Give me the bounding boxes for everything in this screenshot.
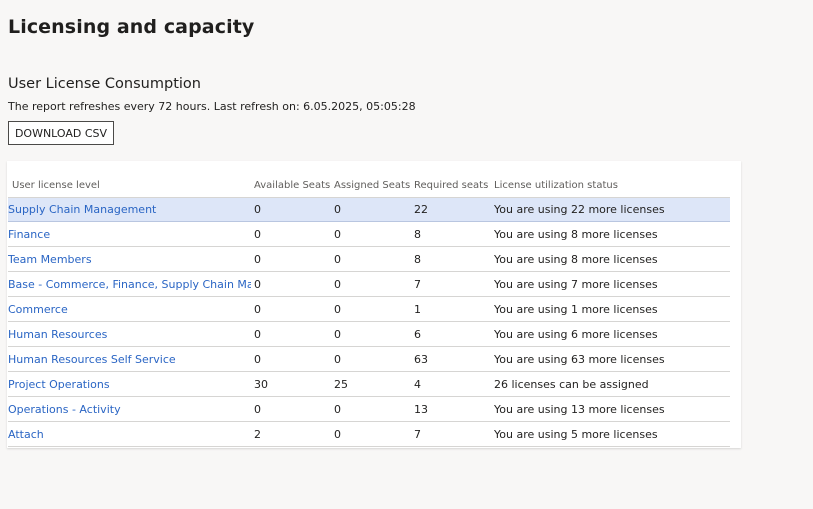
license-level-link[interactable]: Base - Commerce, Finance, Supply Chain M… <box>8 272 251 296</box>
page-title: Licensing and capacity <box>8 16 255 38</box>
available-seats-cell: 0 <box>254 352 261 366</box>
required-seats-cell: 8 <box>414 252 421 266</box>
column-header-user-license-level[interactable]: User license level <box>12 175 255 195</box>
table-row[interactable]: Operations - Activity 0 0 13 You are using 1… <box>8 397 730 422</box>
required-seats-cell: 22 <box>414 203 428 216</box>
available-seats-cell: 0 <box>254 402 261 416</box>
column-header-available-seats[interactable]: Available Seats <box>254 175 332 195</box>
assigned-seats-cell: 0 <box>334 227 341 241</box>
license-level-link[interactable]: Supply Chain Management <box>8 198 251 221</box>
utilization-status-cell: You are using 13 more licenses <box>494 402 665 416</box>
column-header-assigned-seats[interactable]: Assigned Seats <box>334 175 412 195</box>
assigned-seats-cell: 0 <box>334 277 341 291</box>
table-row[interactable]: Finance 0 0 8 You are using 8 more licenses <box>8 222 730 247</box>
table-row[interactable]: Supply Chain Management 0 0 22 You are using… <box>8 197 730 222</box>
license-level-link[interactable]: Project Operations <box>8 372 251 396</box>
utilization-status-cell: You are using 8 more licenses <box>494 227 658 241</box>
available-seats-cell: 0 <box>254 227 261 241</box>
assigned-seats-cell: 0 <box>334 327 341 341</box>
available-seats-cell: 30 <box>254 377 268 391</box>
utilization-status-cell: 26 licenses can be assigned <box>494 377 649 391</box>
assigned-seats-cell: 25 <box>334 377 348 391</box>
available-seats-cell: 0 <box>254 203 261 216</box>
required-seats-cell: 7 <box>414 277 421 291</box>
license-level-link[interactable]: Human Resources <box>8 322 251 346</box>
column-header-license-utilization-status[interactable]: License utilization status <box>494 175 730 195</box>
assigned-seats-cell: 0 <box>334 252 341 266</box>
required-seats-cell: 4 <box>414 377 421 391</box>
table-row[interactable]: Base - Commerce, Finance, Supply Chain M… <box>8 272 730 297</box>
available-seats-cell: 0 <box>254 327 261 341</box>
download-csv-button[interactable]: DOWNLOAD CSV <box>8 121 114 145</box>
required-seats-cell: 63 <box>414 352 428 366</box>
table-row[interactable]: Human Resources 0 0 6 You are using 6 more l… <box>8 322 730 347</box>
utilization-status-cell: You are using 6 more licenses <box>494 327 658 341</box>
required-seats-cell: 1 <box>414 302 421 316</box>
utilization-status-cell: You are using 22 more licenses <box>494 203 665 216</box>
license-level-link[interactable]: Attach <box>8 422 251 446</box>
license-table-card: User license level Available Seats Assig… <box>7 161 741 448</box>
available-seats-cell: 0 <box>254 302 261 316</box>
licensing-page: Licensing and capacity User License Cons… <box>0 0 813 509</box>
table-row[interactable]: Commerce 0 0 1 You are using 1 more licenses <box>8 297 730 322</box>
license-level-link[interactable]: Team Members <box>8 247 251 271</box>
section-title: User License Consumption <box>8 76 201 92</box>
license-table: User license level Available Seats Assig… <box>8 161 730 447</box>
refresh-note: The report refreshes every 72 hours. Las… <box>8 100 416 113</box>
utilization-status-cell: You are using 1 more licenses <box>494 302 658 316</box>
table-row[interactable]: Project Operations 30 25 4 26 licenses can b… <box>8 372 730 397</box>
license-level-link[interactable]: Human Resources Self Service <box>8 347 251 371</box>
license-level-link[interactable]: Commerce <box>8 297 251 321</box>
assigned-seats-cell: 0 <box>334 203 341 216</box>
utilization-status-cell: You are using 7 more licenses <box>494 277 658 291</box>
available-seats-cell: 2 <box>254 427 261 441</box>
utilization-status-cell: You are using 63 more licenses <box>494 352 665 366</box>
required-seats-cell: 6 <box>414 327 421 341</box>
table-header-row: User license level Available Seats Assig… <box>8 161 730 197</box>
assigned-seats-cell: 0 <box>334 302 341 316</box>
table-row[interactable]: Attach 2 0 7 You are using 5 more licenses <box>8 422 730 447</box>
license-level-link[interactable]: Finance <box>8 222 251 246</box>
assigned-seats-cell: 0 <box>334 352 341 366</box>
available-seats-cell: 0 <box>254 252 261 266</box>
table-body: Supply Chain Management 0 0 22 You are using… <box>8 197 730 447</box>
assigned-seats-cell: 0 <box>334 427 341 441</box>
available-seats-cell: 0 <box>254 277 261 291</box>
table-row[interactable]: Human Resources Self Service 0 0 63 You are … <box>8 347 730 372</box>
utilization-status-cell: You are using 8 more licenses <box>494 252 658 266</box>
utilization-status-cell: You are using 5 more licenses <box>494 427 658 441</box>
assigned-seats-cell: 0 <box>334 402 341 416</box>
required-seats-cell: 13 <box>414 402 428 416</box>
required-seats-cell: 7 <box>414 427 421 441</box>
column-header-required-seats[interactable]: Required seats <box>414 175 492 195</box>
required-seats-cell: 8 <box>414 227 421 241</box>
table-row[interactable]: Team Members 0 0 8 You are using 8 more lice… <box>8 247 730 272</box>
license-level-link[interactable]: Operations - Activity <box>8 397 251 421</box>
